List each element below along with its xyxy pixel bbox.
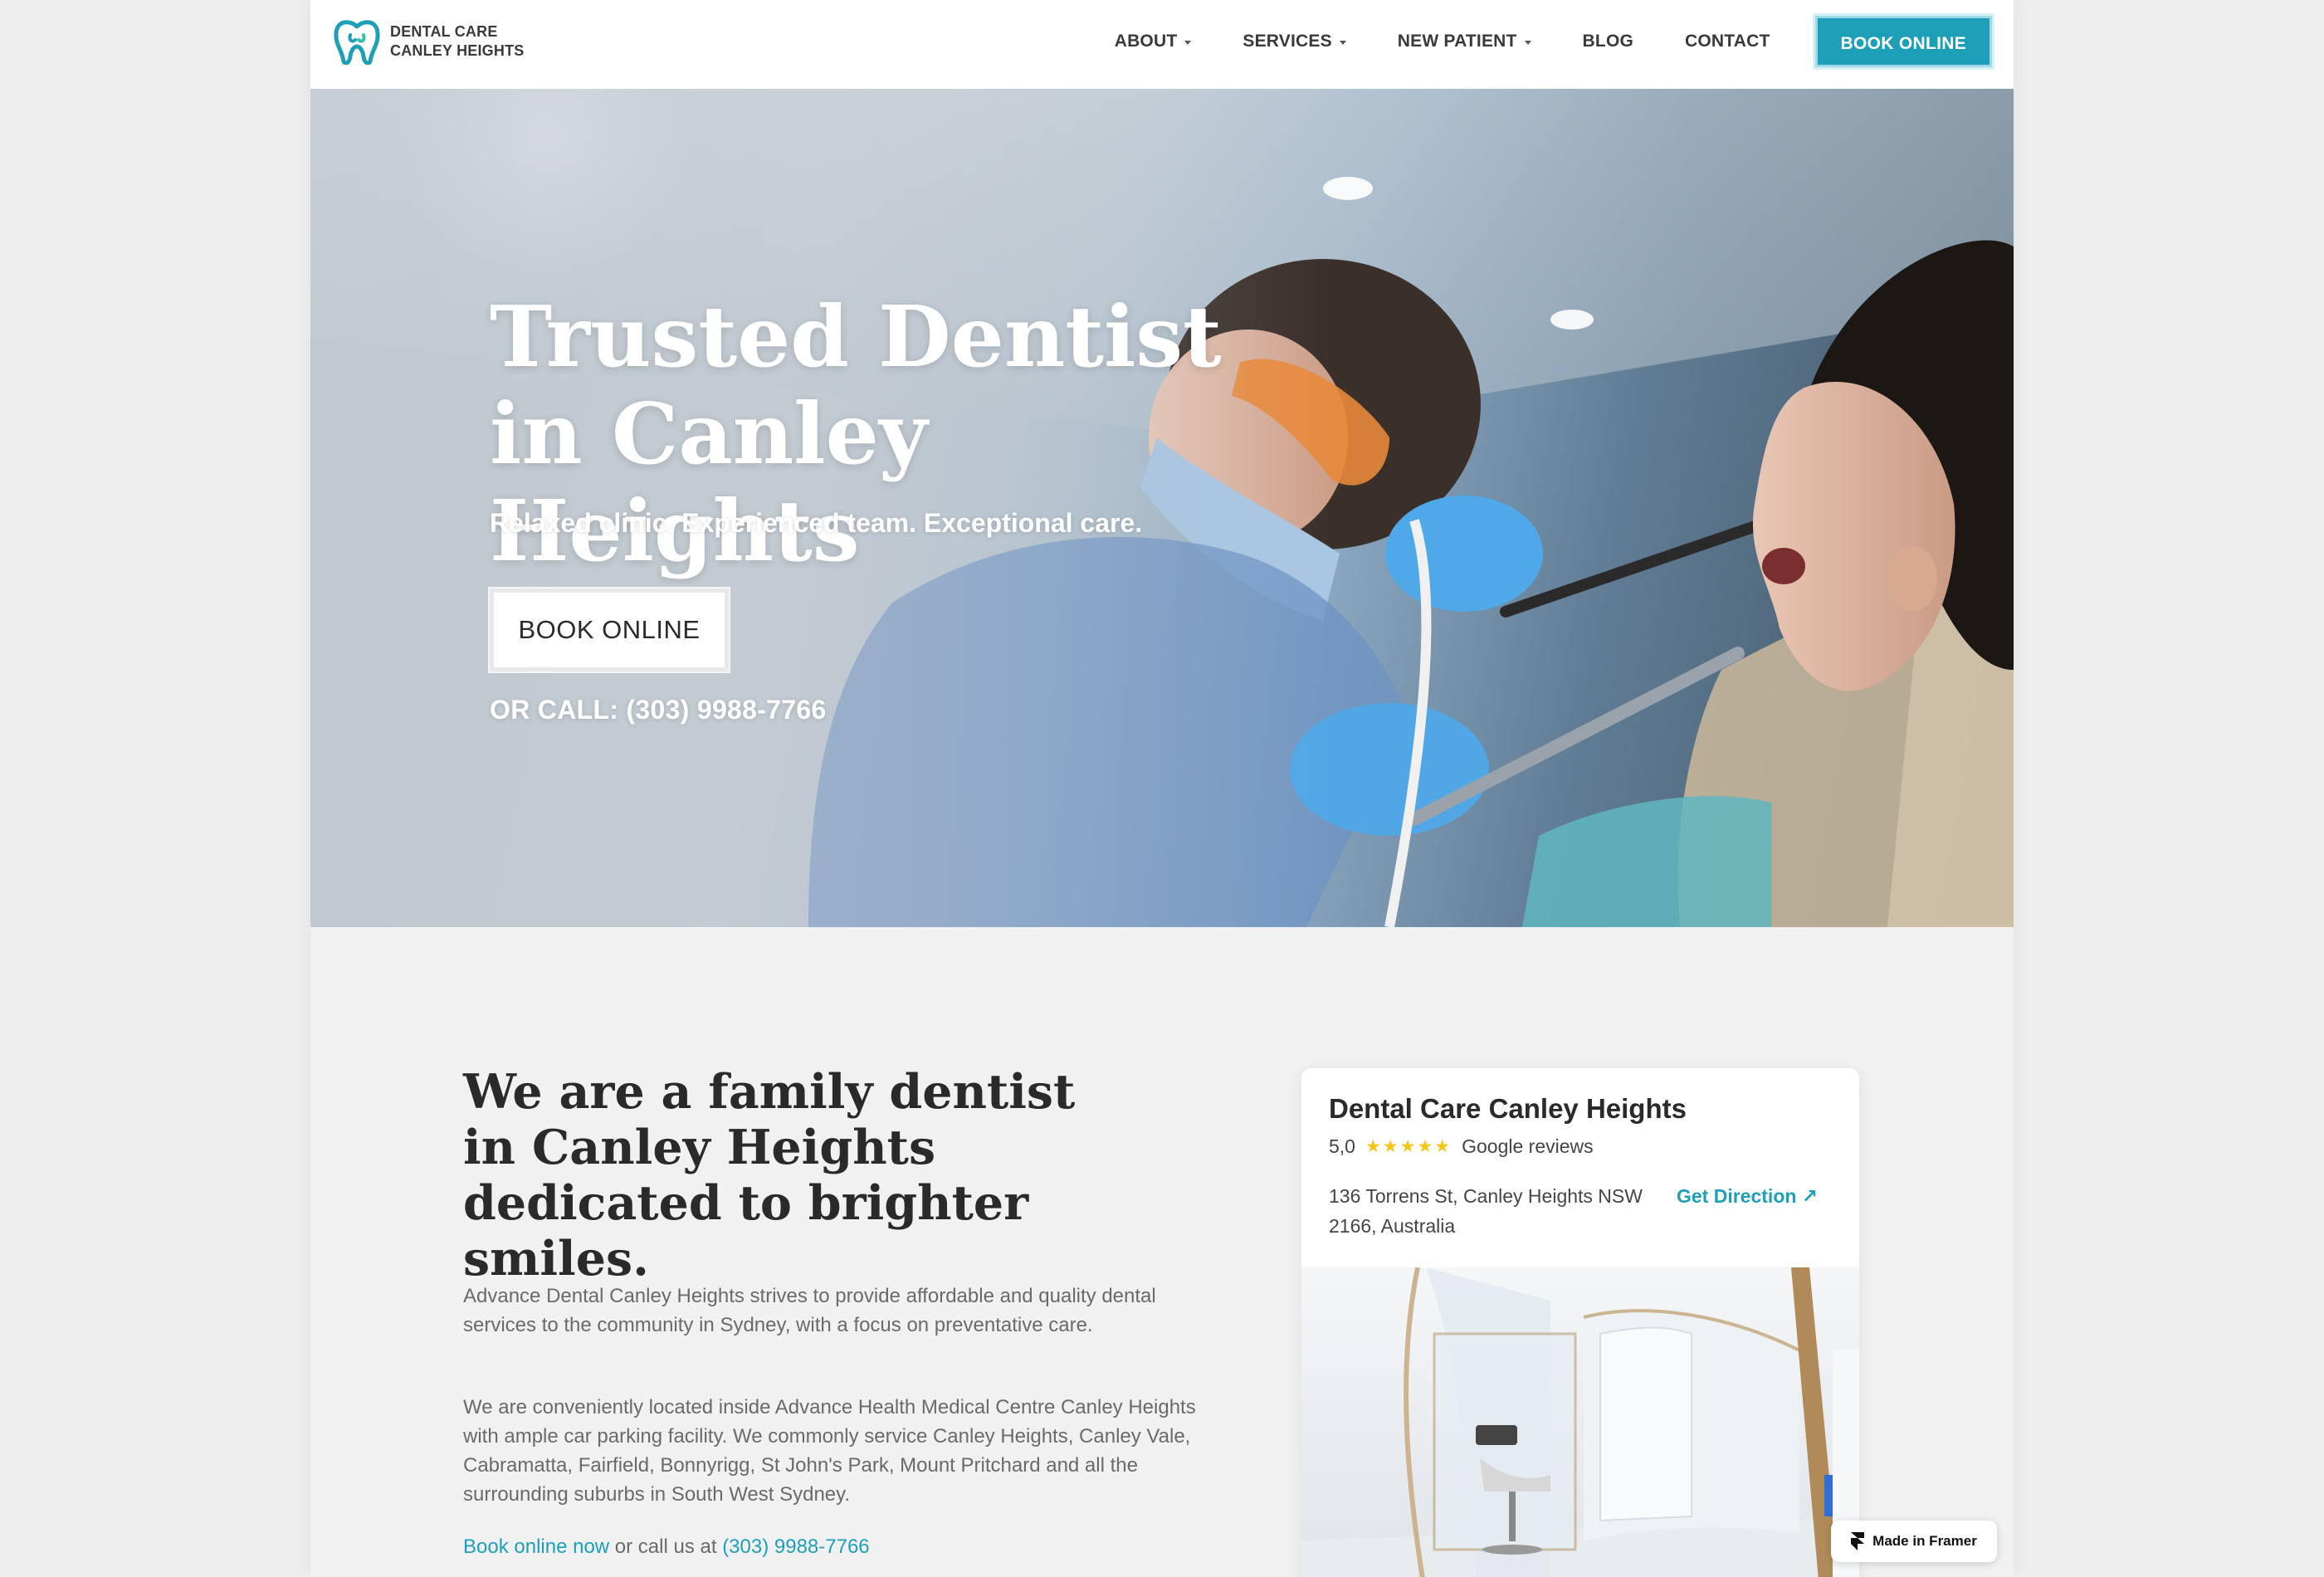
nav-item-services[interactable]: SERVICES <box>1243 32 1346 51</box>
logo-wordmark: DENTAL CARE CANLEY HEIGHTS <box>390 22 525 61</box>
header-book-online-button[interactable]: BOOK ONLINE <box>1814 16 1992 67</box>
hero-subtitle: Relaxed clinic. Experienced team. Except… <box>490 508 1143 538</box>
nav-item-about[interactable]: ABOUT <box>1115 32 1192 51</box>
nav-item-blog[interactable]: BLOG <box>1583 32 1633 51</box>
nav-item-contact[interactable]: CONTACT <box>1685 32 1770 51</box>
framer-icon <box>1851 1532 1865 1550</box>
book-online-link[interactable]: Book online now <box>463 1536 609 1558</box>
about-paragraph-2: We are conveniently located inside Advan… <box>463 1396 1196 1506</box>
about-cta: Book online now or call us at (303) 9988… <box>463 1532 870 1561</box>
logo-line-1: DENTAL CARE <box>390 23 498 40</box>
nav-item-label: SERVICES <box>1243 32 1332 51</box>
clinic-address: 136 Torrens St, Canley Heights NSW 2166,… <box>1329 1185 1643 1237</box>
clinic-interior-photo <box>1301 1267 1859 1577</box>
site-logo[interactable]: DENTAL CARE CANLEY HEIGHTS <box>332 18 525 65</box>
clinic-card: Dental Care Canley Heights 5,0 ★★★★★ Goo… <box>1301 1068 1859 1577</box>
star-icon: ★★★★★ <box>1365 1137 1452 1156</box>
about-heading: We are a family dentist in Canley Height… <box>463 1064 1076 1286</box>
main-nav: ABOUT SERVICES NEW PATIENT BLOG CONTACT … <box>1115 14 1992 69</box>
nav-item-label: CONTACT <box>1685 32 1770 51</box>
hero-book-online-button[interactable]: BOOK ONLINE <box>488 587 730 673</box>
caret-down-icon <box>1339 40 1346 45</box>
caret-down-icon <box>1184 40 1192 45</box>
caret-down-icon <box>1524 40 1531 45</box>
tooth-logo-icon <box>334 20 380 65</box>
clinic-rating: 5,0 ★★★★★ Google reviews <box>1329 1135 1594 1158</box>
get-direction-link[interactable]: Get Direction ↗ <box>1677 1181 1818 1211</box>
hero-section: Trusted Dentist in Canley Heights Relaxe… <box>310 89 2014 927</box>
logo-line-2: CANLEY HEIGHTS <box>390 42 525 59</box>
framer-badge-label: Made in Framer <box>1872 1533 1977 1549</box>
nav-item-label: ABOUT <box>1114 32 1178 51</box>
rating-value: 5,0 <box>1329 1135 1355 1157</box>
hero-call-phone[interactable]: OR CALL: (303) 9988-7766 <box>490 695 827 725</box>
nav-item-label: NEW PATIENT <box>1397 32 1517 51</box>
reviews-label[interactable]: Google reviews <box>1462 1135 1594 1158</box>
page: DENTAL CARE CANLEY HEIGHTS ABOUT SERVICE… <box>310 0 2014 1577</box>
nav-item-label: BLOG <box>1582 32 1634 51</box>
clinic-name: Dental Care Canley Heights <box>1329 1093 1687 1124</box>
about-paragraph-1: Advance Dental Canley Heights strives to… <box>463 1285 1156 1336</box>
site-header: DENTAL CARE CANLEY HEIGHTS ABOUT SERVICE… <box>310 0 2014 89</box>
phone-link[interactable]: (303) 9988-7766 <box>722 1536 869 1558</box>
cta-middle-text: or call us at <box>609 1536 723 1558</box>
made-in-framer-badge[interactable]: Made in Framer <box>1831 1521 1997 1562</box>
nav-item-new-patient[interactable]: NEW PATIENT <box>1398 32 1531 51</box>
